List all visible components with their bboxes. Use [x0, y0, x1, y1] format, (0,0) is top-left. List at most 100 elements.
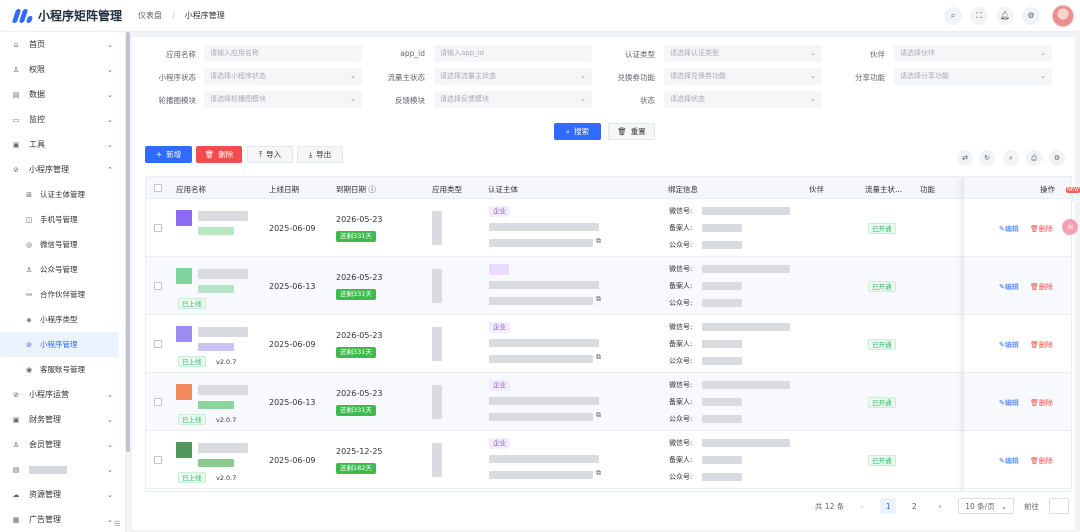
share-select[interactable]: 请选择分享功能 ⌄ [894, 68, 1052, 85]
status-select[interactable]: 请选择状态 ⌄ [664, 91, 822, 108]
row-checkbox[interactable] [154, 340, 162, 348]
sidebar-sub-official[interactable]: ♙ 公众号管理 [0, 257, 125, 282]
upload-icon: ⤒ [258, 149, 263, 159]
row-checkbox[interactable] [154, 282, 162, 290]
col-online-date[interactable]: 上线日期 [269, 184, 299, 195]
filter-label-app-name: 应用名称 [166, 50, 196, 59]
sidebar-sub-wechat[interactable]: ◎ 微信号管理 [0, 232, 125, 257]
settings-icon[interactable]: ⚙ [1022, 6, 1040, 25]
search-button[interactable]: ⌕ 搜索 [554, 123, 601, 140]
coupon-select[interactable]: 请选择兑换券功能 ⌄ [664, 68, 822, 85]
finance-icon: ▣ [12, 415, 20, 424]
bind-value-redacted [702, 439, 790, 447]
table-row[interactable]: 已上线 v2.0.7 2025-06-13 2026-05-23 还剩331天 企业 ⧉ 微信… [146, 373, 1071, 431]
sidebar-item-ops[interactable]: ⊘ 小程序运营 ⌄ [0, 382, 125, 407]
sidebar-scrollbar[interactable] [126, 32, 130, 452]
table-row[interactable]: 已上线 v2.0.7 2025-06-09 2026-05-23 还剩331天 企业 ⧉ 微信… [146, 315, 1071, 373]
sidebar-item-tools[interactable]: ▣ 工具 ⌄ [0, 132, 125, 157]
avatar[interactable] [1052, 4, 1074, 27]
delete-button[interactable]: 🗑︎ 删除 [196, 146, 242, 163]
tool-icon: ▣ [12, 140, 20, 149]
ops-icon: ⊘ [13, 390, 19, 399]
select-all-checkbox[interactable] [154, 184, 162, 192]
mp-status-select[interactable]: 请选择小程序状态 ⌄ [204, 68, 362, 85]
search-icon[interactable]: ⌕ [944, 6, 962, 25]
sidebar-sub-type[interactable]: ◈ 小程序类型 [0, 307, 125, 332]
app-id-input[interactable]: 请输入app_id [434, 45, 592, 62]
official-icon: ♙ [25, 265, 33, 274]
col-partner[interactable]: 伙伴 [809, 184, 824, 195]
copy-icon[interactable]: ⧉ [596, 411, 601, 420]
copy-icon[interactable]: ⧉ [596, 237, 601, 246]
chevron-down-icon: ⌄ [107, 465, 113, 474]
sidebar-item-monitor[interactable]: ▭ 监控 ⌄ [0, 107, 125, 132]
remaining-days-badge: 还剩331天 [336, 231, 376, 242]
sidebar-sub-partner[interactable]: ⚯ 合作伙伴管理 [0, 282, 125, 307]
refresh-icon[interactable]: ↻ [979, 150, 995, 166]
logo-icon [11, 8, 34, 23]
page-size-select[interactable]: 10 条/页 ⌄ [958, 498, 1014, 514]
col-bind-info[interactable]: 绑定信息 [668, 184, 698, 195]
copy-icon[interactable]: ⧉ [596, 295, 601, 304]
add-button[interactable]: + 新增 [145, 146, 192, 163]
chevron-up-icon: ⌃ [107, 165, 113, 174]
fullscreen-icon[interactable]: ⛶ [970, 6, 988, 25]
bind-value-redacted [702, 357, 742, 365]
sidebar-item-miniprogram[interactable]: ⊘ 小程序管理 ⌃ [0, 157, 125, 182]
tools-icon[interactable]: ⋮ [1066, 195, 1080, 202]
col-app-name[interactable]: 应用名称 [176, 184, 206, 195]
sidebar-sub-miniprogram[interactable]: ⊘ 小程序管理 [0, 332, 119, 357]
breadcrumb-item-dashboard[interactable]: 仪表盘 [138, 10, 162, 21]
share-placeholder: 请选择分享功能 [900, 72, 949, 80]
next-page-button[interactable]: › [932, 498, 948, 514]
cert-type-select[interactable]: 请选择认证类型 ⌄ [664, 45, 822, 62]
row-checkbox[interactable] [154, 398, 162, 406]
sidebar-item-member[interactable]: ♙ 会员管理 ⌄ [0, 432, 125, 457]
prev-page-button[interactable]: ‹ [854, 498, 870, 514]
row-checkbox[interactable] [154, 224, 162, 232]
sidebar-item-finance[interactable]: ▣ 财务管理 ⌄ [0, 407, 125, 432]
table-row[interactable]: 2025-06-09 2026-05-23 还剩331天 企业 ⧉ 微信号: 备案人: 公众号… [146, 199, 1071, 257]
sidebar-sub-service[interactable]: ◉ 客服账号管理 [0, 357, 125, 382]
import-button[interactable]: ⤒ 导入 [247, 146, 293, 163]
copy-icon[interactable]: ⧉ [596, 353, 601, 362]
bind-value-redacted [702, 381, 790, 389]
sidebar-sub-cert[interactable]: ⊞ 认证主体管理 [0, 182, 125, 207]
ai-assistant-icon[interactable]: AI [1062, 219, 1078, 235]
settings-icon[interactable]: ⚙ [1049, 150, 1065, 166]
col-traffic[interactable]: 流量主状... [865, 184, 902, 195]
collapse-icon[interactable]: ☰ [114, 520, 120, 528]
sidebar-sub-phone[interactable]: ◫ 手机号管理 [0, 207, 125, 232]
sidebar-item-home[interactable]: ⌂ 首页 ⌄ [0, 32, 125, 57]
traffic-status-select[interactable]: 请选择流量主状态 ⌄ [434, 68, 592, 85]
swap-icon[interactable]: ⇄ [957, 150, 973, 166]
bell-icon[interactable]: 🔔︎ [996, 6, 1014, 25]
col-cert[interactable]: 认证主体 [488, 184, 518, 195]
col-app-type[interactable]: 应用类型 [432, 184, 462, 195]
sidebar-item-redacted[interactable]: ▤ ⌄ [0, 457, 125, 482]
app-name-input[interactable]: 请输入应用名称 [204, 45, 362, 62]
goto-page-input[interactable] [1049, 498, 1069, 514]
app-logo[interactable]: 小程序矩阵管理 [0, 7, 126, 24]
table-row[interactable]: 已上线 2025-06-13 2026-05-23 还剩331天 ⧉ 微信号: 备案人: 公众… [146, 257, 1071, 315]
export-button[interactable]: ⤓ 导出 [297, 146, 343, 163]
search-icon[interactable]: ⌕ [1003, 150, 1019, 166]
page-1-button[interactable]: 1 [880, 498, 897, 514]
sidebar-item-permission[interactable]: ♙ 权限 ⌄ [0, 57, 125, 82]
cloud-icon: ☁ [12, 490, 20, 499]
table-row[interactable]: 已上线 v2.0.7 2025-06-09 2025-12-25 还剩182天 企业 ⧉ 微信… [146, 431, 1071, 489]
page-2-button[interactable]: 2 [906, 498, 922, 514]
carousel-select[interactable]: 请选择轮播图模块 ⌄ [204, 91, 362, 108]
row-checkbox[interactable] [154, 456, 162, 464]
floating-toolbar: NEW ⋮ [1066, 187, 1080, 202]
copy-icon[interactable]: ⧉ [596, 469, 601, 478]
reset-button[interactable]: 🗑︎ 重置 [608, 123, 655, 140]
col-function[interactable]: 功能 [920, 184, 935, 195]
sidebar-item-resource[interactable]: ☁ 资源管理 ⌄ [0, 482, 125, 507]
feedback-select[interactable]: 请选择反馈模块 ⌄ [434, 91, 592, 108]
partner-select[interactable]: 请选择伙伴 ⌄ [894, 45, 1052, 62]
col-expire-date[interactable]: 到期日期 ⓘ [336, 184, 376, 195]
print-icon[interactable]: ⎙ [1026, 150, 1042, 166]
sidebar-item-ad[interactable]: ▦ 广告管理 ⌄ [0, 507, 125, 532]
sidebar-item-data[interactable]: ▤ 数据 ⌄ [0, 82, 125, 107]
